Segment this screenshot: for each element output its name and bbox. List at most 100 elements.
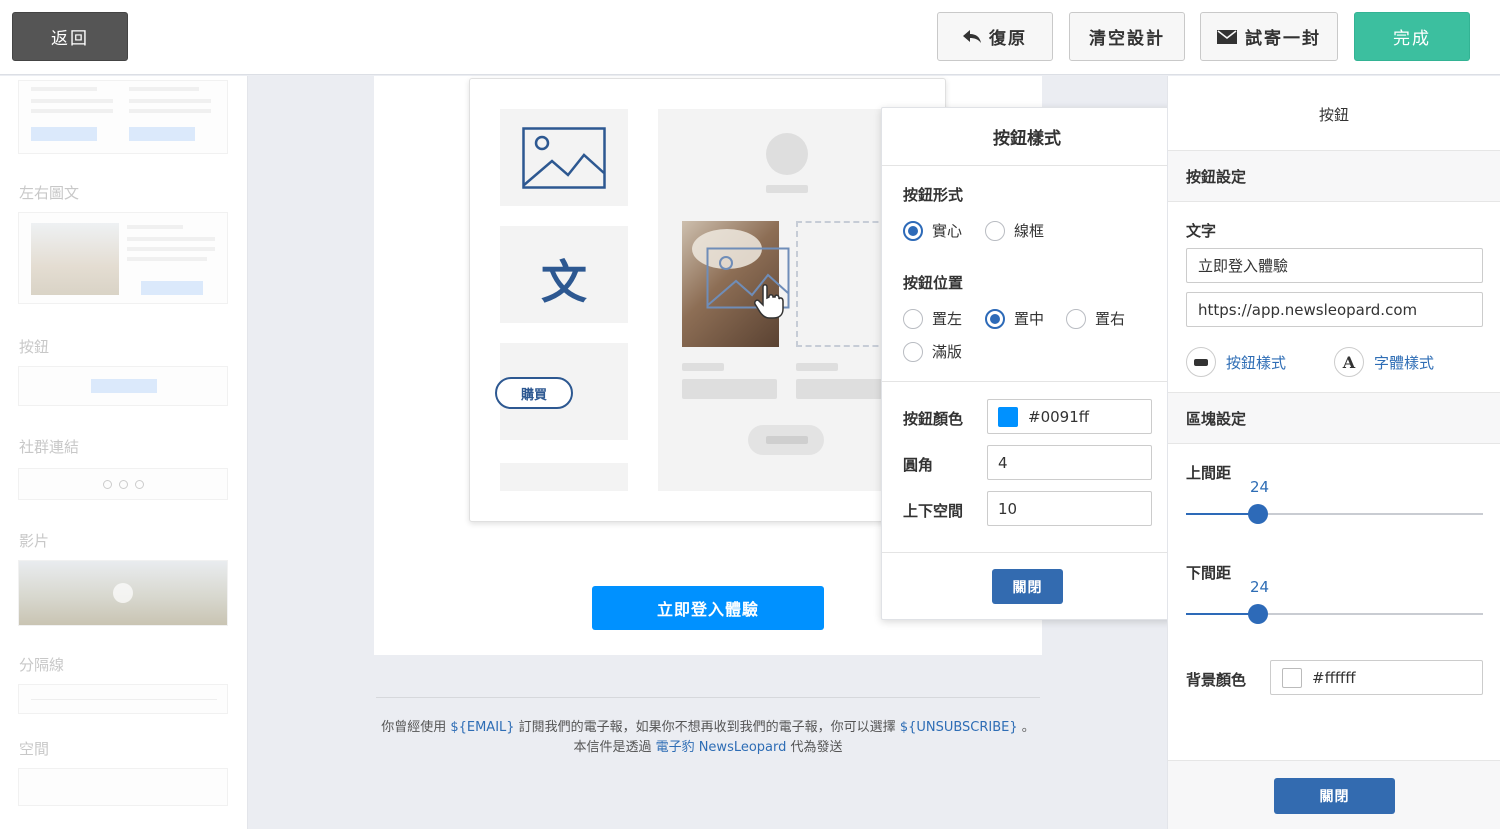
block-thumb-divider[interactable] (18, 684, 228, 714)
section-title: 按鈕設定 (1186, 167, 1247, 186)
undo-label: 復原 (989, 29, 1027, 49)
reply-arrow-icon (963, 29, 981, 43)
button-form-label: 按鈕形式 (903, 186, 964, 204)
color-swatch[interactable] (1282, 667, 1302, 688)
slider-thumb[interactable] (1248, 604, 1268, 624)
top-toolbar: 返回 復原 清空設計 試寄一封 完成 (0, 0, 1500, 75)
buy-label: 購買 (520, 387, 547, 403)
panel-close-button[interactable]: 關閉 (1274, 778, 1395, 814)
footer-text: 訂閱我們的電子報，如果你不想再收到我們的電子報，你可以選擇 (514, 720, 900, 735)
email-variable: ${EMAIL} (450, 720, 515, 735)
font-style-link[interactable]: A 字體樣式 (1334, 347, 1434, 377)
radio-position-left[interactable]: 置左 (903, 308, 962, 329)
top-padding-label: 上間距 (1186, 464, 1232, 482)
font-letter-icon: A (1334, 347, 1364, 377)
link-label: 按鈕樣式 (1226, 353, 1287, 372)
sidebar-section-label: 按鈕 (19, 338, 50, 356)
radio-form-outline[interactable]: 線框 (985, 220, 1044, 241)
radio-dot-selected (985, 308, 1005, 329)
radio-label: 滿版 (932, 343, 963, 361)
test-send-button[interactable]: 試寄一封 (1200, 12, 1338, 61)
sidebar-section-label: 社群連結 (19, 438, 80, 456)
image-placeholder-icon (522, 127, 606, 189)
panel-title: 按鈕 (1318, 106, 1349, 124)
radio-dot-selected (903, 220, 923, 241)
button-position-label: 按鈕位置 (903, 274, 964, 292)
panel-footer: 關閉 (1168, 760, 1500, 829)
bg-color-label: 背景顏色 (1186, 671, 1247, 689)
close-label: 關閉 (1012, 579, 1043, 596)
radio-label: 置左 (932, 310, 963, 328)
top-padding-slider[interactable] (1186, 504, 1483, 524)
footer-text: 本信件是透過 (573, 740, 656, 755)
footer-text: 。 (1017, 720, 1035, 735)
font-icon-glyph: A (1342, 352, 1356, 372)
button-style-popup: 按鈕樣式 按鈕形式 實心 線框 按鈕位置 置左 置中 置右 滿版 按鈕顏色 #0… (881, 107, 1173, 620)
block-settings-header: 區塊設定 (1168, 392, 1500, 444)
radio-position-full[interactable]: 滿版 (903, 341, 962, 362)
color-swatch[interactable] (998, 406, 1018, 427)
popup-close-button[interactable]: 關閉 (992, 569, 1063, 604)
radio-form-solid[interactable]: 實心 (903, 220, 962, 241)
close-label: 關閉 (1319, 789, 1350, 805)
extra-block-tile (500, 463, 628, 491)
radio-dot (1066, 308, 1086, 329)
footer-text: 你曾經使用 (381, 720, 451, 735)
radio-label: 置中 (1014, 310, 1045, 328)
play-icon (113, 583, 133, 603)
back-label: 返回 (51, 29, 89, 49)
radius-value: 4 (998, 453, 1008, 472)
padding-value: 10 (998, 499, 1018, 518)
block-thumb-social[interactable] (18, 468, 228, 500)
block-thumb-left-right[interactable] (18, 212, 228, 304)
popup-divider (882, 552, 1172, 553)
drop-target-outline (796, 221, 888, 347)
clear-design-button[interactable]: 清空設計 (1069, 12, 1185, 61)
vertical-padding-input[interactable]: 10 (987, 491, 1152, 526)
button-settings-header: 按鈕設定 (1168, 150, 1500, 202)
footer-line-1: 你曾經使用 ${EMAIL} 訂閱我們的電子報，如果你不想再收到我們的電子報，你… (376, 716, 1040, 735)
done-button[interactable]: 完成 (1354, 12, 1470, 61)
block-thumb-space[interactable] (18, 768, 228, 806)
button-style-link[interactable]: 按鈕樣式 (1186, 347, 1286, 377)
button-text-input[interactable]: 立即登入體驗 (1186, 248, 1483, 283)
top-padding-value: 24 (1250, 478, 1270, 496)
clear-label: 清空設計 (1089, 29, 1165, 49)
block-thumb-button[interactable] (18, 366, 228, 406)
block-thumb-video[interactable] (18, 560, 228, 626)
back-button[interactable]: 返回 (12, 12, 128, 61)
block-thumb-products[interactable] (18, 80, 228, 154)
radio-dot (903, 308, 923, 329)
radio-position-right[interactable]: 置右 (1066, 308, 1125, 329)
section-title: 區塊設定 (1186, 409, 1247, 428)
link-label: 字體樣式 (1374, 353, 1435, 372)
radio-label: 線框 (1014, 222, 1045, 240)
radio-label: 實心 (932, 222, 963, 240)
sidebar-section-label: 分隔線 (19, 656, 65, 674)
button-style-icon (1186, 347, 1216, 377)
done-label: 完成 (1393, 29, 1431, 49)
button-text-value: 立即登入體驗 (1198, 257, 1289, 275)
envelope-icon (1217, 29, 1237, 44)
bottom-padding-slider[interactable] (1186, 604, 1483, 624)
bg-color-input[interactable]: #ffffff (1270, 660, 1483, 695)
border-radius-input[interactable]: 4 (987, 445, 1152, 480)
bg-color-value: #ffffff (1312, 668, 1356, 687)
unsubscribe-variable: ${UNSUBSCRIBE} (899, 720, 1018, 735)
newsleopard-link[interactable]: 電子豹 NewsLeopard (656, 740, 787, 755)
sidebar-section-label: 左右圖文 (19, 184, 80, 202)
test-send-label: 試寄一封 (1245, 29, 1321, 49)
image-block-tile (500, 109, 628, 206)
text-glyph-icon: 文 (541, 255, 587, 309)
popup-title: 按鈕樣式 (882, 108, 1172, 166)
radio-position-center[interactable]: 置中 (985, 308, 1044, 329)
cta-button[interactable]: 立即登入體驗 (592, 586, 824, 630)
sidebar-section-label: 影片 (19, 532, 50, 550)
slider-thumb[interactable] (1248, 504, 1268, 524)
button-url-value: https://app.newsleopard.com (1198, 300, 1418, 319)
button-url-input[interactable]: https://app.newsleopard.com (1186, 292, 1483, 327)
button-color-label: 按鈕顏色 (903, 410, 964, 428)
block-library-sidebar: 左右圖文 按鈕 社群連結 影片 分隔線 空間 (0, 76, 248, 829)
undo-button[interactable]: 復原 (937, 12, 1053, 61)
button-color-input[interactable]: #0091ff (987, 399, 1152, 434)
